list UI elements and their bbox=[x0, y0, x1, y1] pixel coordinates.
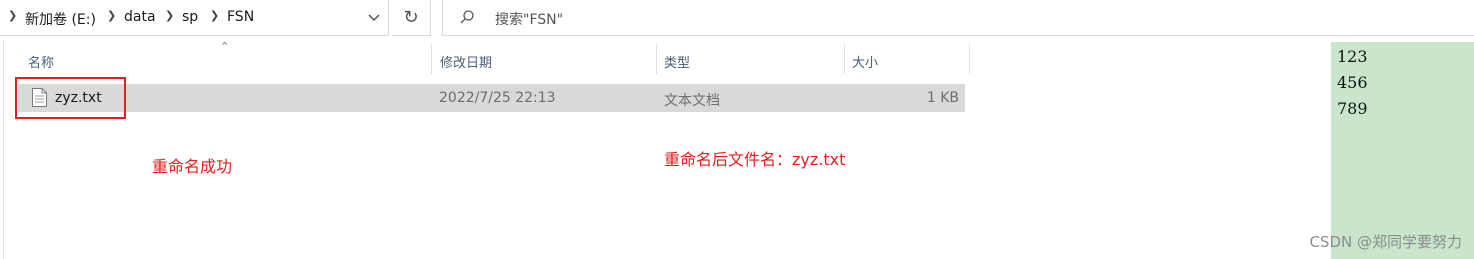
column-divider[interactable] bbox=[969, 44, 970, 74]
highlight-box bbox=[15, 77, 126, 119]
search-placeholder: 搜索"FSN" bbox=[495, 12, 564, 28]
text-line: 123 bbox=[1337, 47, 1368, 66]
annotation-rename-success: 重命名成功 bbox=[152, 157, 233, 176]
file-modified: 2022/7/25 22:13 bbox=[439, 90, 556, 106]
file-type: 文本文档 bbox=[664, 93, 720, 109]
column-divider[interactable] bbox=[656, 44, 657, 74]
text-content-panel: 123 456 789 bbox=[1331, 42, 1474, 259]
chevron-right-icon[interactable]: ❯ bbox=[165, 9, 174, 22]
search-input[interactable]: 搜索"FSN" bbox=[442, 0, 1474, 36]
address-bar[interactable]: ❯ 新加卷 (E:) ❯ data ❯ sp ❯ FSN bbox=[0, 0, 389, 36]
annotation-renamed-filename: 重命名后文件名：zyz.txt bbox=[664, 150, 846, 169]
pane-divider bbox=[3, 40, 4, 259]
chevron-right-icon[interactable]: ❯ bbox=[210, 9, 219, 22]
refresh-icon: ↻ bbox=[403, 7, 419, 28]
search-icon bbox=[460, 10, 474, 24]
column-divider[interactable] bbox=[431, 44, 432, 74]
text-line: 789 bbox=[1337, 99, 1368, 118]
chevron-right-icon[interactable]: ❯ bbox=[107, 9, 116, 22]
address-bar-row: ❯ 新加卷 (E:) ❯ data ❯ sp ❯ FSN ↻ 搜索"FSN" bbox=[0, 0, 1474, 36]
chevron-right-icon[interactable]: ❯ bbox=[8, 9, 17, 22]
column-divider[interactable] bbox=[844, 44, 845, 74]
watermark: CSDN @郑同学要努力 bbox=[1309, 233, 1462, 251]
text-line: 456 bbox=[1337, 73, 1368, 92]
breadcrumb-fsn[interactable]: FSN bbox=[227, 9, 254, 25]
breadcrumb-sp[interactable]: sp bbox=[182, 9, 198, 25]
file-size: 1 KB bbox=[926, 90, 959, 106]
column-header-date[interactable]: 修改日期 bbox=[440, 52, 492, 71]
column-header-name[interactable]: 名称 bbox=[28, 52, 54, 71]
column-header-type[interactable]: 类型 bbox=[664, 52, 690, 71]
file-row[interactable]: zyz.txt 2022/7/25 22:13 文本文档 1 KB bbox=[18, 84, 965, 112]
column-header-size[interactable]: 大小 bbox=[852, 52, 878, 71]
breadcrumb-drive[interactable]: 新加卷 (E:) bbox=[25, 9, 96, 29]
refresh-button[interactable]: ↻ bbox=[392, 0, 431, 36]
chevron-down-icon[interactable] bbox=[365, 8, 383, 26]
sort-ascending-icon: ⌃ bbox=[220, 40, 230, 53]
breadcrumb-data[interactable]: data bbox=[124, 9, 156, 25]
